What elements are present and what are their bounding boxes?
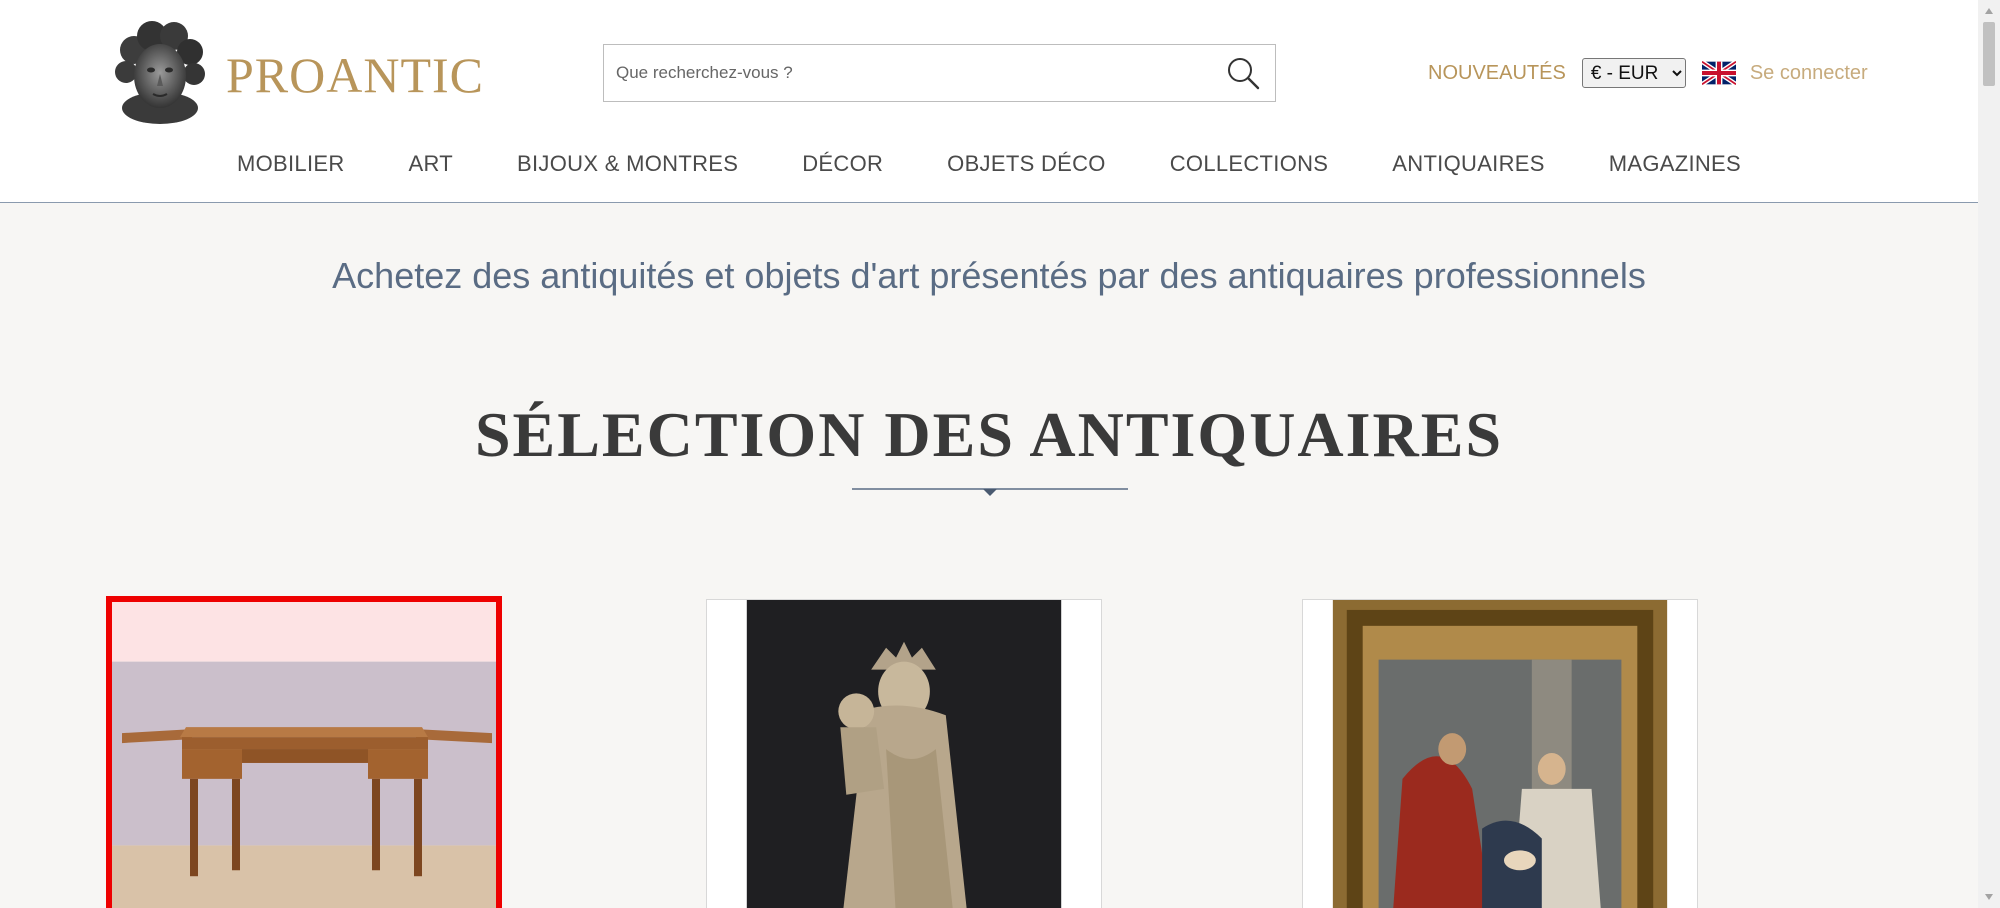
nav-item-bijoux-montres[interactable]: BIJOUX & MONTRES (517, 151, 738, 177)
site-header: PROANTIC NOUVEAUTÉS € - EUR (0, 0, 1978, 203)
logo-link[interactable]: PROANTIC (112, 20, 484, 124)
section-title: SÉLECTION DES ANTIQUAIRES (474, 399, 1504, 470)
scroll-thumb[interactable] (1983, 22, 1995, 86)
tagline: Achetez des antiquités et objets d'art p… (332, 255, 1646, 296)
desk-image (112, 602, 496, 908)
product-card-statue[interactable] (706, 599, 1102, 908)
page-scrollbar[interactable] (1978, 0, 2000, 908)
framed-painting-image (1303, 600, 1697, 908)
uk-flag-icon[interactable] (1701, 61, 1736, 85)
product-card-desk[interactable] (106, 596, 502, 908)
scroll-up-arrow[interactable] (1978, 0, 2000, 22)
product-card-painting[interactable] (1302, 599, 1698, 908)
title-divider (852, 488, 1128, 496)
header-actions: NOUVEAUTÉS € - EUR Se connecter (1428, 56, 1868, 90)
search-input[interactable] (604, 45, 1211, 101)
nav-item-objets-deco[interactable]: OBJETS DÉCO (947, 151, 1106, 177)
search-button[interactable] (1211, 45, 1275, 101)
scroll-down-arrow[interactable] (1978, 886, 2000, 908)
chevron-up-icon (1985, 8, 1993, 14)
nav-item-decor[interactable]: DÉCOR (802, 151, 883, 177)
nav-item-art[interactable]: ART (409, 151, 454, 177)
brand-name: PROANTIC (226, 47, 485, 103)
search-box (603, 44, 1276, 102)
chevron-down-icon (1985, 894, 1993, 900)
main-nav: MOBILIER ART BIJOUX & MONTRES DÉCOR OBJE… (0, 146, 1978, 182)
nouveautes-link[interactable]: NOUVEAUTÉS (1428, 62, 1566, 85)
nav-item-magazines[interactable]: MAGAZINES (1609, 151, 1741, 177)
bust-logo-icon (115, 21, 205, 124)
currency-select[interactable]: € - EUR (1581, 58, 1686, 88)
madonna-statue-image (707, 600, 1101, 908)
search-icon (1228, 58, 1260, 90)
login-link[interactable]: Se connecter (1750, 62, 1868, 85)
page: PROANTIC NOUVEAUTÉS € - EUR (0, 0, 1978, 908)
nav-item-antiquaires[interactable]: ANTIQUAIRES (1392, 151, 1544, 177)
nav-item-collections[interactable]: COLLECTIONS (1170, 151, 1329, 177)
nav-item-mobilier[interactable]: MOBILIER (237, 151, 345, 177)
